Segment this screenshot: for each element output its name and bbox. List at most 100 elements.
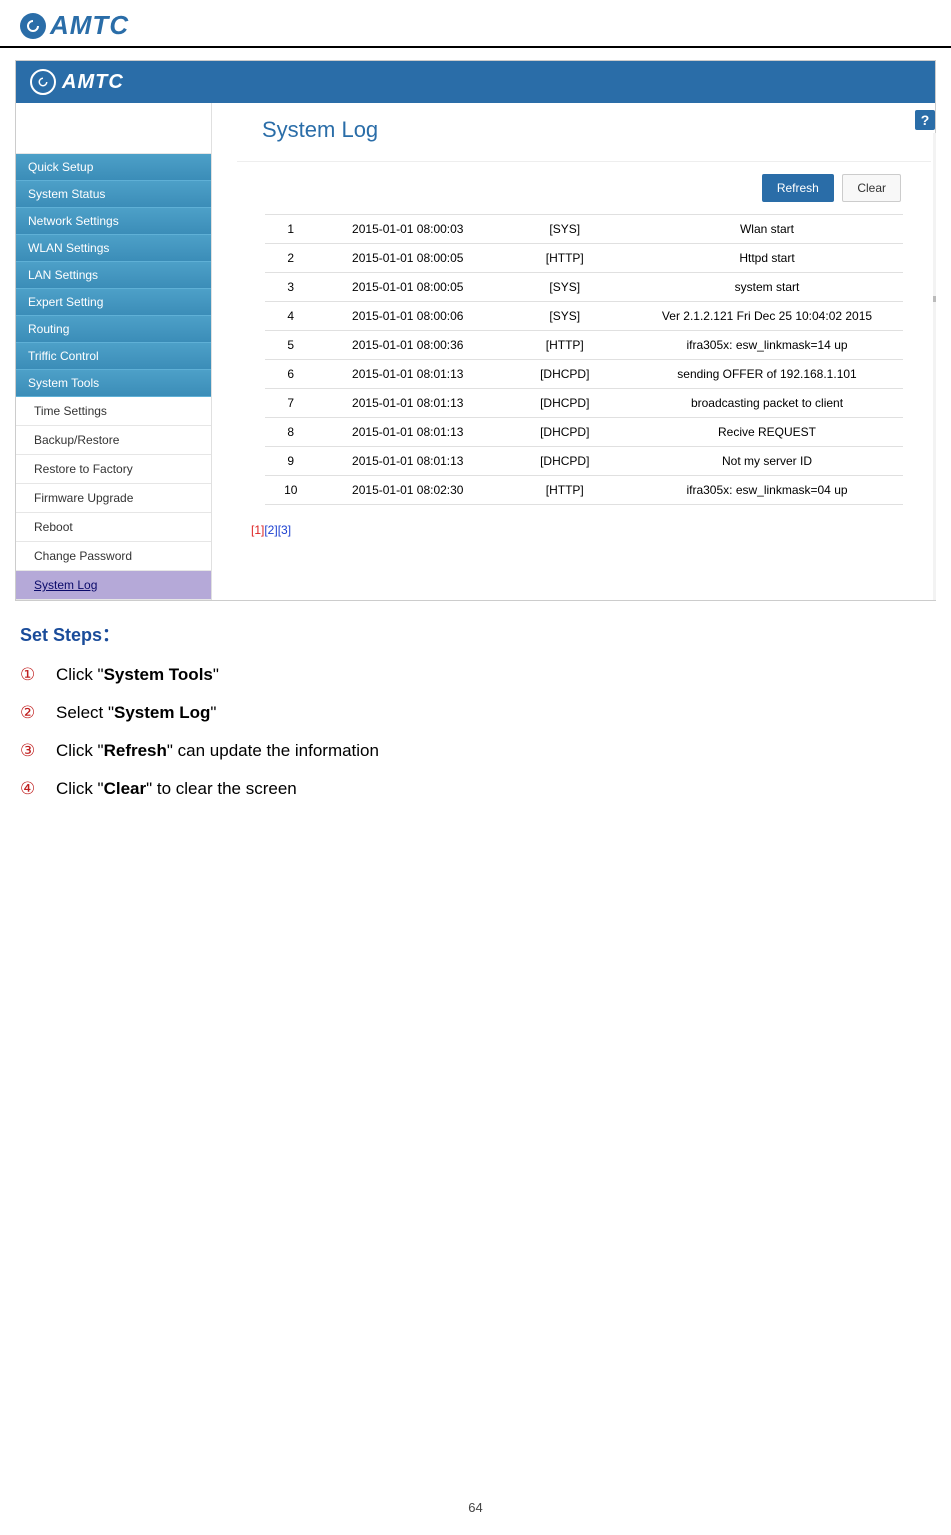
log-message: system start [631,273,903,302]
table-row: 22015-01-01 08:00:05[HTTP]Httpd start [265,244,903,273]
page-link[interactable]: [3] [278,523,291,537]
log-index: 3 [265,273,317,302]
log-message: Ver 2.1.2.121 Fri Dec 25 10:04:02 2015 [631,302,903,331]
sidebar-item[interactable]: Expert Setting [16,289,211,316]
scrollbar[interactable] [933,133,936,600]
table-row: 72015-01-01 08:01:13[DHCPD]broadcasting … [265,389,903,418]
log-message: ifra305x: esw_linkmask=04 up [631,476,903,505]
log-timestamp: 2015-01-01 08:01:13 [317,360,499,389]
log-index: 10 [265,476,317,505]
log-module: [SYS] [499,302,631,331]
table-row: 102015-01-01 08:02:30[HTTP]ifra305x: esw… [265,476,903,505]
log-index: 1 [265,215,317,244]
step: ② Select "System Log" [20,703,931,723]
log-message: Wlan start [631,215,903,244]
log-index: 5 [265,331,317,360]
step-text: Select "System Log" [56,703,216,723]
log-message: ifra305x: esw_linkmask=14 up [631,331,903,360]
step-text: Click "System Tools" [56,665,219,685]
log-message: Not my server ID [631,447,903,476]
log-timestamp: 2015-01-01 08:00:05 [317,273,499,302]
sidebar: Quick SetupSystem StatusNetwork Settings… [16,103,212,600]
table-row: 82015-01-01 08:01:13[DHCPD]Recive REQUES… [265,418,903,447]
sidebar-item[interactable]: WLAN Settings [16,235,211,262]
log-index: 9 [265,447,317,476]
table-row: 12015-01-01 08:00:03[SYS]Wlan start [265,215,903,244]
log-module: [DHCPD] [499,360,631,389]
router-admin-screenshot: AMTC Quick SetupSystem StatusNetwork Set… [15,60,936,601]
step: ③ Click "Refresh" can update the informat… [20,741,931,761]
app-header: AMTC [16,61,935,103]
log-timestamp: 2015-01-01 08:02:30 [317,476,499,505]
table-row: 52015-01-01 08:00:36[HTTP]ifra305x: esw_… [265,331,903,360]
log-module: [DHCPD] [499,447,631,476]
step: ① Click "System Tools" [20,665,931,685]
log-index: 7 [265,389,317,418]
page-number: 64 [0,1500,951,1515]
doc-logo-text: AMTC [50,10,129,41]
log-index: 2 [265,244,317,273]
step-text: Click "Refresh" can update the informati… [56,741,379,761]
log-module: [SYS] [499,215,631,244]
log-timestamp: 2015-01-01 08:00:06 [317,302,499,331]
sidebar-item[interactable]: Quick Setup [16,154,211,181]
log-module: [DHCPD] [499,389,631,418]
sidebar-sub-item[interactable]: Time Settings [16,397,211,426]
pagination: [1][2][3] [237,505,931,537]
doc-header: AMTC [0,0,951,48]
sidebar-sub-item[interactable]: Restore to Factory [16,455,211,484]
sidebar-sub-item[interactable]: Firmware Upgrade [16,484,211,513]
sidebar-item[interactable]: System Status [16,181,211,208]
clear-button[interactable]: Clear [842,174,901,202]
log-message: sending OFFER of 192.168.1.101 [631,360,903,389]
sidebar-item[interactable]: LAN Settings [16,262,211,289]
log-index: 4 [265,302,317,331]
refresh-button[interactable]: Refresh [762,174,834,202]
sidebar-sub-item[interactable]: Change Password [16,542,211,571]
sidebar-sub-item[interactable]: System Log [16,571,211,600]
step-number: ① [20,665,42,685]
log-index: 8 [265,418,317,447]
step: ④ Click "Clear" to clear the screen [20,779,931,799]
help-icon[interactable]: ? [915,110,935,130]
sidebar-item[interactable]: System Tools [16,370,211,397]
step-number: ④ [20,779,42,799]
steps-header: Set Steps： [20,621,931,647]
log-message: Httpd start [631,244,903,273]
page-link[interactable]: [2] [264,523,277,537]
step-number: ② [20,703,42,723]
log-module: [HTTP] [499,331,631,360]
app-logo-swirl-icon [30,69,56,95]
log-module: [SYS] [499,273,631,302]
log-timestamp: 2015-01-01 08:00:05 [317,244,499,273]
log-timestamp: 2015-01-01 08:01:13 [317,447,499,476]
content-area: ? System Log Refresh Clear 12015-01-01 0… [212,103,935,600]
log-index: 6 [265,360,317,389]
table-row: 42015-01-01 08:00:06[SYS]Ver 2.1.2.121 F… [265,302,903,331]
log-module: [DHCPD] [499,418,631,447]
sidebar-sub-item[interactable]: Backup/Restore [16,426,211,455]
table-row: 92015-01-01 08:01:13[DHCPD]Not my server… [265,447,903,476]
sidebar-gap [16,103,211,154]
log-module: [HTTP] [499,476,631,505]
app-logo-text: AMTC [62,71,124,94]
log-timestamp: 2015-01-01 08:01:13 [317,389,499,418]
sidebar-item[interactable]: Routing [16,316,211,343]
instructions: Set Steps： ① Click "System Tools" ② Select … [0,601,951,799]
log-table: 12015-01-01 08:00:03[SYS]Wlan start22015… [265,214,903,505]
sidebar-sub-item[interactable]: Reboot [16,513,211,542]
log-timestamp: 2015-01-01 08:00:03 [317,215,499,244]
sidebar-item[interactable]: Triffic Control [16,343,211,370]
table-row: 32015-01-01 08:00:05[SYS]system start [265,273,903,302]
log-timestamp: 2015-01-01 08:01:13 [317,418,499,447]
table-row: 62015-01-01 08:01:13[DHCPD]sending OFFER… [265,360,903,389]
step-number: ③ [20,741,42,761]
step-text: Click "Clear" to clear the screen [56,779,297,799]
log-message: Recive REQUEST [631,418,903,447]
sidebar-item[interactable]: Network Settings [16,208,211,235]
logo-swirl-icon [20,13,46,39]
button-row: Refresh Clear [237,162,931,214]
page-link[interactable]: [1] [251,523,264,537]
log-timestamp: 2015-01-01 08:00:36 [317,331,499,360]
page-title: System Log [237,103,931,162]
